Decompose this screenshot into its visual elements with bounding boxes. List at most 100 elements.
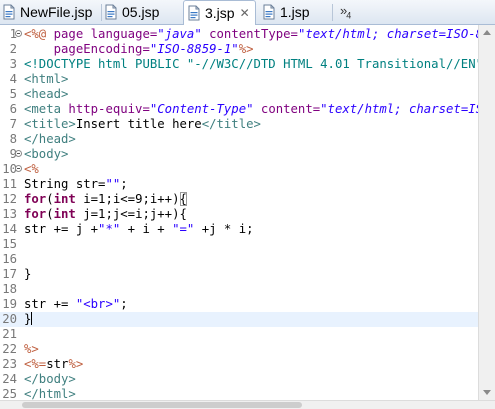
code-text: } <box>24 267 31 282</box>
tab-label: 1.jsp <box>280 4 310 20</box>
line-number: 4 <box>9 72 17 86</box>
code-line[interactable]: 3 <!DOCTYPE html PUBLIC "-//W3C//DTD HTML… <box>0 57 478 72</box>
code-line[interactable]: 10 <% <box>0 162 478 177</box>
code-line[interactable]: 11 String str=""; <box>0 177 478 192</box>
fold-toggle-icon[interactable] <box>15 150 22 157</box>
code-token: ( <box>46 207 54 221</box>
code-text: <head> <box>24 87 68 102</box>
code-token: <%= <box>24 357 47 371</box>
code-token: i=1;i<=9;i++) <box>75 192 180 206</box>
code-text: </head> <box>24 132 76 147</box>
code-line[interactable]: 17} <box>0 267 478 282</box>
code-token: { <box>179 192 187 206</box>
scroll-down-arrow-icon[interactable] <box>483 390 491 395</box>
code-token: "ISO-8859-1" <box>149 42 239 56</box>
code-line[interactable]: 23 <%=str%> <box>0 357 478 372</box>
text-cursor <box>31 312 33 325</box>
code-line[interactable]: 4 <html> <box>0 72 478 87</box>
code-line[interactable]: 13 for(int j=1;j<=i;j++){ <box>0 207 478 222</box>
code-line[interactable]: 16 <box>0 252 478 267</box>
code-text: <meta http-equiv="Content-Type" content=… <box>24 102 478 117</box>
code-text: </html> <box>24 387 76 400</box>
scroll-up-arrow-icon[interactable] <box>483 30 491 35</box>
code-token: } <box>24 267 32 281</box>
code-token: ( <box>46 192 54 206</box>
code-token: http-equiv= <box>68 102 150 116</box>
code-token: "text/html; charset=ISO-8859-1" <box>320 102 478 116</box>
code-line[interactable]: 7 <title>Insert title here</title> <box>0 117 478 132</box>
code-token: for <box>24 207 47 221</box>
code-token: <!DOCTYPE html PUBLIC "-//W3C//DTD HTML … <box>24 57 478 71</box>
code-line[interactable]: 2 pageEncoding="ISO-8859-1"%> <box>0 42 478 57</box>
code-text: <% <box>24 162 39 177</box>
code-token: <html> <box>24 72 69 86</box>
code-text: <body> <box>24 147 68 162</box>
tab-3-jsp[interactable]: 3.jsp ✕ <box>183 0 256 25</box>
code-line[interactable]: 21 <box>0 327 478 342</box>
code-line[interactable]: 9 <body> <box>0 147 478 162</box>
line-number: 6 <box>9 102 17 116</box>
tab-label: 05.jsp <box>122 4 160 20</box>
code-token: language= <box>90 27 158 41</box>
vertical-scrollbar[interactable] <box>478 25 495 400</box>
code-line[interactable]: 1 <%@ page language="java" contentType="t… <box>0 27 478 42</box>
code-editor[interactable]: 1 <%@ page language="java" contentType="t… <box>0 25 478 400</box>
code-line[interactable]: 18 <box>0 282 478 297</box>
line-number: 23 <box>2 357 17 371</box>
code-line[interactable]: 22 %> <box>0 342 478 357</box>
code-token: pageEncoding= <box>53 42 150 56</box>
code-line[interactable]: 14 str += j +"*" + i + "=" +j * i; <box>0 222 478 237</box>
horizontal-scrollbar[interactable] <box>0 400 495 409</box>
fold-toggle-icon[interactable] <box>15 30 22 37</box>
code-text: str += "<br>"; <box>24 297 128 312</box>
code-line[interactable]: 24 </body> <box>0 372 478 387</box>
code-token: </head> <box>24 132 76 146</box>
code-text: String str=""; <box>24 177 128 192</box>
code-token: int <box>53 192 76 206</box>
code-token: </title> <box>201 117 261 131</box>
code-token: page <box>53 27 91 41</box>
jsp-file-icon <box>2 4 16 20</box>
code-line[interactable]: 5 <head> <box>0 87 478 102</box>
line-number: 18 <box>2 282 17 296</box>
code-token: + i + <box>120 222 173 236</box>
code-line[interactable]: 12 for(int i=1;i<=9;i++){ <box>0 192 478 207</box>
code-token: "java" <box>157 27 202 41</box>
line-number: 13 <box>2 207 17 221</box>
code-text: <%=str%> <box>24 357 83 372</box>
code-line[interactable]: 25 </html> <box>0 387 478 400</box>
code-line[interactable]: 6 <meta http-equiv="Content-Type" content… <box>0 102 478 117</box>
line-number: 22 <box>2 342 17 356</box>
line-number: 21 <box>2 327 17 341</box>
tab-05-jsp[interactable]: 05.jsp <box>104 0 180 24</box>
code-token: %> <box>68 357 84 371</box>
code-token: j=1;j<=i;j++){ <box>75 207 187 221</box>
code-line[interactable]: 8 </head> <box>0 132 478 147</box>
tab-1-jsp[interactable]: 1.jsp <box>262 0 334 24</box>
code-line[interactable]: 15 <box>0 237 478 252</box>
tab-overflow-button[interactable]: »4 <box>340 3 351 21</box>
code-line[interactable]: 20} <box>0 312 478 327</box>
code-token: "" <box>105 177 121 191</box>
tab-separator <box>101 4 102 21</box>
line-number: 16 <box>2 252 17 266</box>
line-number: 25 <box>2 387 17 400</box>
horizontal-scroll-thumb[interactable] <box>22 402 302 408</box>
code-token: <% <box>24 162 39 176</box>
jsp-file-icon <box>187 5 201 21</box>
fold-toggle-icon[interactable] <box>15 165 22 172</box>
code-token: content= <box>253 102 321 116</box>
code-token: "text/html; charset=ISO-8859-1" <box>297 27 478 41</box>
close-tab-icon[interactable]: ✕ <box>240 7 250 19</box>
code-token: ; <box>120 297 128 311</box>
code-token: Insert title here <box>75 117 202 131</box>
tab-newfile-jsp[interactable]: NewFile.jsp <box>2 0 98 24</box>
code-token: contentType= <box>201 27 298 41</box>
code-text: } <box>24 312 33 327</box>
code-text: <html> <box>24 72 68 87</box>
code-token: +j * i; <box>194 222 254 236</box>
jsp-file-icon <box>262 4 276 20</box>
code-line[interactable]: 19 str += "<br>"; <box>0 297 478 312</box>
code-token: <head> <box>24 87 69 101</box>
code-token: ; <box>120 177 128 191</box>
